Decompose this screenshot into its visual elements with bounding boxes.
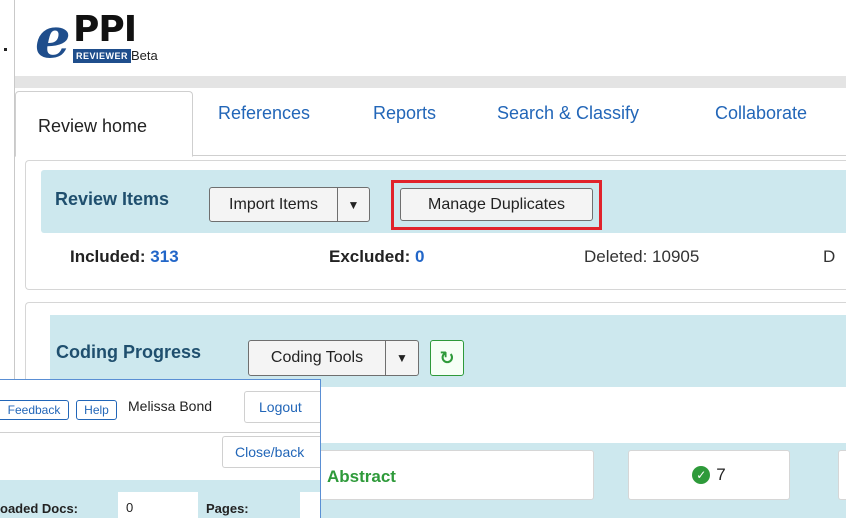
included-label: Included: bbox=[70, 247, 146, 266]
refresh-icon[interactable]: ↻ bbox=[430, 340, 464, 376]
pages-value bbox=[300, 492, 320, 518]
highlight-box bbox=[391, 180, 602, 230]
abstract-count-cell[interactable]: ✓ 7 bbox=[628, 450, 790, 500]
main-tabs: Review home References Reports Search & … bbox=[15, 88, 846, 157]
logo-e: e bbox=[35, 5, 71, 71]
review-items-panel: Review Items Import Items ▼ Manage Dupli… bbox=[25, 160, 846, 290]
next-cell bbox=[838, 450, 846, 500]
header-band bbox=[15, 76, 846, 88]
user-name: Melissa Bond bbox=[128, 398, 213, 414]
check-circle-icon: ✓ bbox=[692, 466, 711, 484]
help-button[interactable]: Help bbox=[76, 400, 117, 420]
excluded-stat: Excluded: 0 bbox=[329, 247, 424, 267]
overlay-window: Feedback Help Melissa Bond Logout Close/… bbox=[0, 379, 321, 518]
tab-review-home[interactable]: Review home bbox=[15, 91, 193, 157]
eppi-reviewer-logo: e PPI REVIEWER Beta bbox=[35, 4, 195, 72]
review-items-header: Review Items Import Items ▼ Manage Dupli… bbox=[41, 170, 846, 233]
coding-tools-dropdown[interactable]: ▼ bbox=[385, 340, 419, 376]
deleted-stat: Deleted: 10905 bbox=[584, 247, 700, 266]
overlay-toolbar: Feedback Help Melissa Bond Logout bbox=[0, 380, 320, 432]
close-back-button[interactable]: Close/back bbox=[222, 436, 320, 468]
coding-progress-header: Coding Progress Coding Tools ▼ ↻ bbox=[50, 315, 846, 387]
coding-progress-title: Coding Progress bbox=[56, 342, 202, 362]
excluded-label: Excluded: bbox=[329, 247, 411, 266]
tab-references[interactable]: References bbox=[218, 102, 310, 124]
loaded-docs-label: oaded Docs: bbox=[0, 501, 79, 516]
truncated-stat: D bbox=[823, 247, 836, 266]
included-stat: Included: 313 bbox=[70, 247, 179, 267]
excluded-count[interactable]: 0 bbox=[415, 247, 424, 266]
logo-ppi: PPI bbox=[73, 9, 137, 50]
included-count[interactable]: 313 bbox=[150, 247, 178, 266]
review-items-title: Review Items bbox=[55, 189, 170, 209]
overlay-stats-bar: oaded Docs: 0 Pages: bbox=[0, 480, 320, 518]
loaded-docs-value: 0 bbox=[118, 492, 198, 518]
feedback-button[interactable]: Feedback bbox=[0, 400, 69, 420]
abstract-count: 7 bbox=[716, 465, 726, 484]
tab-reports[interactable]: Reports bbox=[373, 102, 436, 124]
stray-dot bbox=[4, 48, 7, 51]
coding-tools-button[interactable]: Coding Tools bbox=[248, 340, 386, 376]
abstract-cell[interactable]: Abstract bbox=[318, 450, 594, 500]
logout-button[interactable]: Logout bbox=[244, 391, 320, 423]
logo-beta-label: Beta bbox=[131, 48, 158, 63]
import-items-button[interactable]: Import Items bbox=[209, 187, 338, 222]
import-items-dropdown[interactable]: ▼ bbox=[337, 187, 370, 222]
tab-collaborate[interactable]: Collaborate bbox=[715, 102, 807, 124]
logo-reviewer-badge: REVIEWER bbox=[73, 49, 132, 63]
tab-search-classify[interactable]: Search & Classify bbox=[497, 102, 639, 124]
pages-label: Pages: bbox=[206, 501, 249, 516]
overlay-divider bbox=[0, 432, 320, 433]
